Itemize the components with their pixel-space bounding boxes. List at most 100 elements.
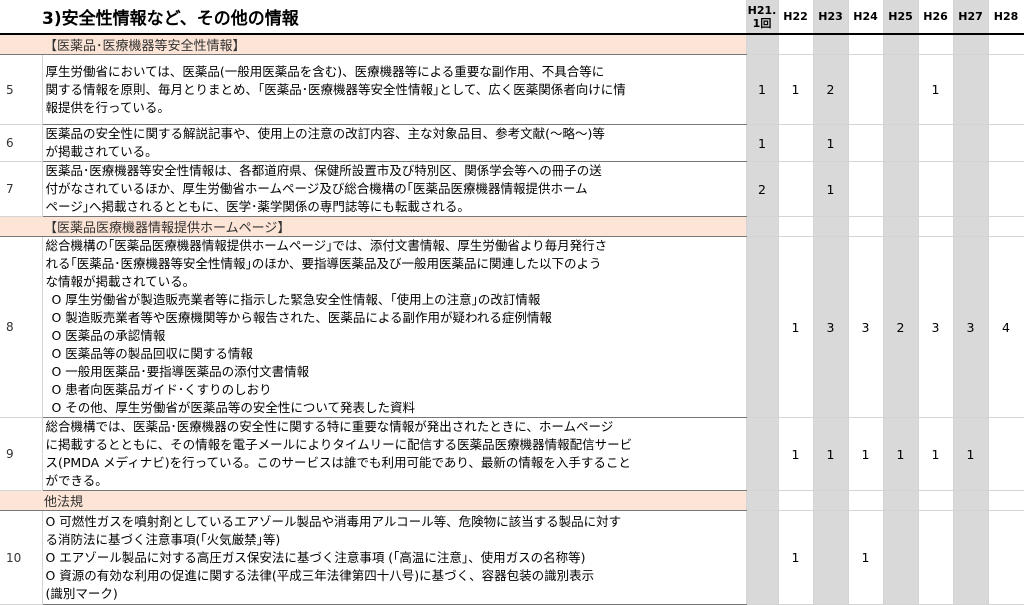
value-cell[interactable]: 2: [813, 54, 849, 125]
value-cell[interactable]: [953, 124, 989, 162]
value-cell[interactable]: 2: [883, 236, 919, 418]
value-cell[interactable]: 1: [778, 236, 814, 418]
value-cell[interactable]: 3: [918, 236, 954, 418]
value-cell[interactable]: [813, 510, 849, 605]
item-text-line: な情報が掲載されている。: [45, 274, 196, 289]
section-label: 【医薬品医療機器情報提供ホームページ】: [0, 216, 747, 237]
value-cell[interactable]: [883, 510, 919, 605]
value-cell[interactable]: [988, 490, 1024, 511]
value-cell[interactable]: [918, 490, 954, 511]
value-cell[interactable]: 1: [778, 510, 814, 605]
value-cell[interactable]: [746, 216, 779, 237]
value-cell[interactable]: [953, 510, 989, 605]
value-cell[interactable]: [953, 34, 989, 55]
value-cell[interactable]: [988, 161, 1024, 217]
section-row: 【医薬品･医療機器等安全性情報】: [0, 34, 1024, 55]
value-cell[interactable]: [813, 34, 849, 55]
value-cell[interactable]: 1: [778, 417, 814, 491]
value-cell[interactable]: [988, 417, 1024, 491]
value-cell[interactable]: [883, 124, 919, 162]
row-number: 5: [0, 54, 43, 125]
item-text-line: O 資源の有効な利用の促進に関する法律(平成三年法律第四十八号)に基づく、容器包…: [45, 567, 595, 583]
table-row: 7 医薬品･医療機器等安全性情報は、各都道府県、保健所設置市及び特別区、関係学会等…: [0, 161, 1024, 217]
value-cell[interactable]: 1: [813, 124, 849, 162]
value-cell[interactable]: [953, 54, 989, 125]
value-cell[interactable]: [918, 34, 954, 55]
value-cell[interactable]: [746, 236, 779, 418]
value-cell[interactable]: [746, 417, 779, 491]
item-text-line: に掲載するとともに、その情報を電子メールによりタイムリーに配信する医薬品医療機器…: [45, 437, 633, 452]
value-cell[interactable]: 1: [778, 54, 814, 125]
item-text-line: ス(PMDA メディナビ)を行っている。このサービスは誰でも利用可能であり、最新…: [45, 455, 631, 470]
item-text-cell[interactable]: 総合機構では、医薬品･医療機器の安全性に関する特に重要な情報が発出されたときに、…: [42, 417, 747, 491]
value-cell[interactable]: [883, 54, 919, 125]
value-cell[interactable]: [918, 161, 954, 217]
value-cell[interactable]: 1: [848, 417, 884, 491]
value-cell[interactable]: 1: [953, 417, 989, 491]
value-cell[interactable]: 1: [918, 54, 954, 125]
table-row: 6 医薬品の安全性に関する解説記事や、使用上の注意の改訂内容、主な対象品目、参考文…: [0, 124, 1024, 162]
table-row: 10 O 可燃性ガスを噴射剤としているエアゾール製品や消毒用アルコール等、危険物に…: [0, 510, 1024, 605]
value-cell[interactable]: [918, 216, 954, 237]
value-cell[interactable]: [813, 490, 849, 511]
value-cell[interactable]: [953, 490, 989, 511]
item-text-line: 厚生労働省においては、医薬品(一般用医薬品を含む)、医療機器等による重要な副作用…: [45, 63, 605, 79]
value-cell[interactable]: [918, 510, 954, 605]
value-cell[interactable]: [883, 34, 919, 55]
value-cell[interactable]: 1: [746, 124, 779, 162]
section-row: 他法規: [0, 490, 1024, 511]
value-cell[interactable]: 3: [848, 236, 884, 418]
value-cell[interactable]: [746, 34, 779, 55]
value-cell[interactable]: [778, 34, 814, 55]
value-cell[interactable]: 1: [813, 417, 849, 491]
value-cell[interactable]: [813, 216, 849, 237]
value-cell[interactable]: [953, 216, 989, 237]
value-cell[interactable]: 1: [813, 161, 849, 217]
value-cell[interactable]: [848, 34, 884, 55]
header-year: H26: [918, 0, 954, 35]
data-table: 3)安全性情報など、その他の情報 H21. 1回 H22 H23 H24 H25…: [0, 0, 1024, 605]
value-cell[interactable]: [746, 490, 779, 511]
value-cell[interactable]: [883, 490, 919, 511]
item-text-cell[interactable]: O 可燃性ガスを噴射剤としているエアゾール製品や消毒用アルコール等、危険物に該当…: [42, 510, 747, 605]
value-cell[interactable]: [848, 54, 884, 125]
value-cell[interactable]: [988, 54, 1024, 125]
value-cell[interactable]: [848, 161, 884, 217]
value-cell[interactable]: [883, 216, 919, 237]
value-cell[interactable]: [918, 124, 954, 162]
value-cell[interactable]: 1: [918, 417, 954, 491]
item-text-line: が掲載されている。: [45, 144, 158, 159]
value-cell[interactable]: [778, 124, 814, 162]
table-row: 5 厚生労働省においては、医薬品(一般用医薬品を含む)、医療機器等による重要な副作…: [0, 54, 1024, 125]
value-cell[interactable]: [848, 216, 884, 237]
value-cell[interactable]: [988, 510, 1024, 605]
value-cell[interactable]: [778, 490, 814, 511]
item-text-cell[interactable]: 医薬品･医療機器等安全性情報は、各都道府県、保健所設置市及び特別区、関係学会等へ…: [42, 161, 747, 217]
value-cell[interactable]: [953, 161, 989, 217]
value-cell[interactable]: 2: [746, 161, 779, 217]
value-cell[interactable]: 1: [883, 417, 919, 491]
value-cell[interactable]: 1: [746, 54, 779, 125]
header-row: 3)安全性情報など、その他の情報 H21. 1回 H22 H23 H24 H25…: [0, 0, 1024, 35]
value-cell[interactable]: 3: [953, 236, 989, 418]
value-cell[interactable]: [848, 124, 884, 162]
header-year: H25: [883, 0, 919, 35]
value-cell[interactable]: [988, 34, 1024, 55]
value-cell[interactable]: [848, 490, 884, 511]
value-cell[interactable]: [988, 216, 1024, 237]
item-text-line: 関する情報を原則、毎月とりまとめ、｢医薬品･医療機器等安全性情報｣として、広く医…: [45, 81, 626, 97]
item-text-cell[interactable]: 総合機構の｢医薬品医療機器情報提供ホームページ｣では、添付文書情報、厚生労働省よ…: [42, 236, 747, 418]
item-text-cell[interactable]: 厚生労働省においては、医薬品(一般用医薬品を含む)、医療機器等による重要な副作用…: [42, 54, 747, 125]
value-cell[interactable]: [778, 161, 814, 217]
value-cell[interactable]: [988, 124, 1024, 162]
item-text-cell[interactable]: 医薬品の安全性に関する解説記事や、使用上の注意の改訂内容、主な対象品目、参考文献…: [42, 124, 747, 162]
bullet-item: O 患者向医薬品ガイド･くすりのしおり: [51, 382, 272, 397]
value-cell[interactable]: 4: [988, 236, 1024, 418]
value-cell[interactable]: [883, 161, 919, 217]
value-cell[interactable]: 1: [848, 510, 884, 605]
value-cell[interactable]: 3: [813, 236, 849, 418]
value-cell[interactable]: [746, 510, 779, 605]
value-cell[interactable]: [778, 216, 814, 237]
item-text-line: 総合機構の｢医薬品医療機器情報提供ホームページ｣では、添付文書情報、厚生労働省よ…: [45, 238, 608, 253]
bullet-item: O その他、厚生労働省が医薬品等の安全性について発表した資料: [51, 400, 415, 415]
